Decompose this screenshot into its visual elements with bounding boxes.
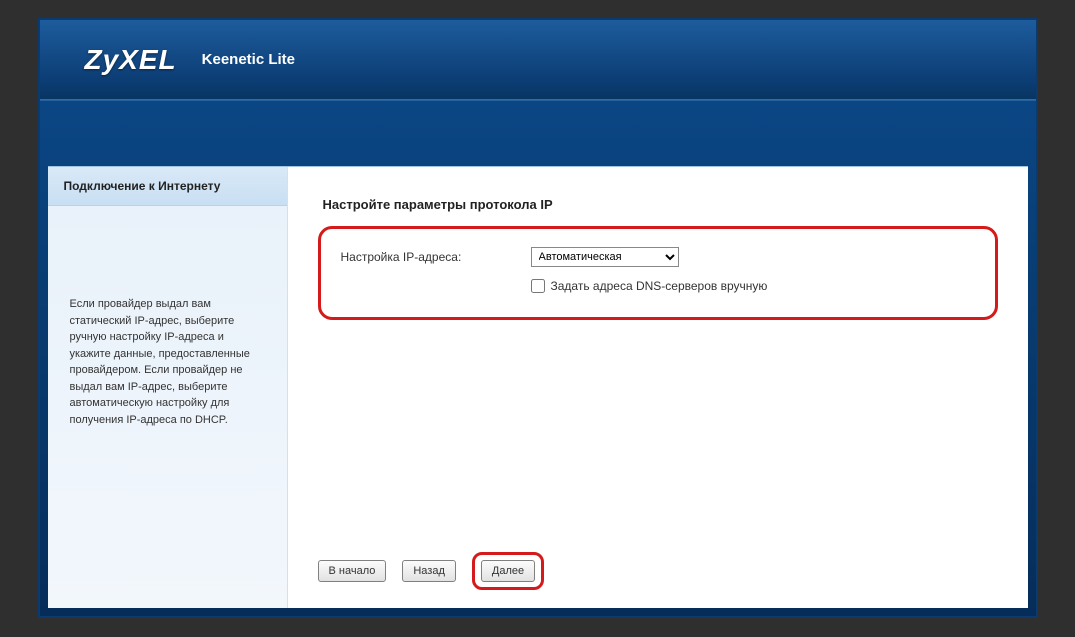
next-button[interactable]: Далее	[481, 560, 535, 582]
sidebar-help-text: Если провайдер выдал вам статический IP-…	[48, 206, 287, 448]
content-card: Подключение к Интернету Если провайдер в…	[48, 166, 1028, 608]
ip-config-select[interactable]: Автоматическая	[531, 247, 679, 267]
main-heading: Настройте параметры протокола IP	[323, 197, 998, 212]
highlight-next-button: Далее	[472, 552, 544, 590]
dns-manual-label: Задать адреса DNS-серверов вручную	[551, 279, 768, 293]
restart-button[interactable]: В начало	[318, 560, 387, 582]
ip-config-row: Настройка IP-адреса: Автоматическая	[341, 247, 975, 267]
back-button[interactable]: Назад	[402, 560, 456, 582]
dns-manual-row: Задать адреса DNS-серверов вручную	[531, 279, 975, 293]
header-rule	[40, 100, 1036, 101]
brand-logo: ZyXEL	[85, 44, 177, 76]
dns-manual-checkbox[interactable]	[531, 279, 545, 293]
main-content: Настройте параметры протокола IP Настрой…	[288, 167, 1028, 608]
screenshot-frame: ZyXEL Keenetic Lite Подключение к Интерн…	[0, 0, 1075, 637]
ip-config-label: Настройка IP-адреса:	[341, 250, 531, 264]
wizard-footer-buttons: В начало Назад Далее	[318, 542, 998, 596]
router-admin-panel: ZyXEL Keenetic Lite Подключение к Интерн…	[38, 18, 1038, 618]
spacer-band	[40, 101, 1036, 166]
wizard-tab-internet[interactable]: Подключение к Интернету	[48, 167, 287, 206]
highlight-form-area: Настройка IP-адреса: Автоматическая Зада…	[318, 226, 998, 320]
sidebar: Подключение к Интернету Если провайдер в…	[48, 167, 288, 608]
product-name: Keenetic Lite	[202, 51, 295, 68]
header-bar: ZyXEL Keenetic Lite	[40, 20, 1036, 100]
